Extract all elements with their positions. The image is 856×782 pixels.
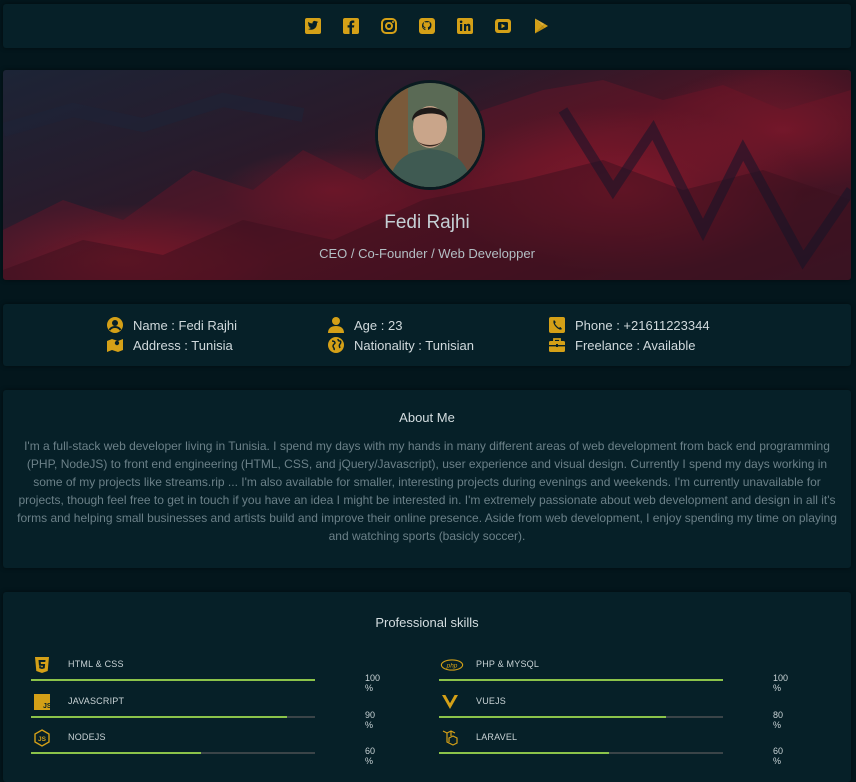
info-phone-label: Phone : +21611223344 (575, 317, 710, 333)
phone-icon (549, 317, 565, 333)
svg-text:JS: JS (38, 736, 47, 743)
skills-section: Professional skills HTML & CSS 100 % php… (3, 592, 851, 782)
nodejs-icon: JS (31, 728, 53, 748)
about-text: I'm a full-stack web developer living in… (17, 439, 837, 543)
skill-html-css: HTML & CSS 100 % (31, 655, 380, 693)
info-phone: Phone : +21611223344 (548, 316, 710, 334)
info-address: Address : Tunisia (106, 336, 233, 354)
info-name: Name : Fedi Rajhi (106, 316, 237, 334)
laravel-icon (439, 728, 461, 748)
skill-name: VUEJS (476, 696, 507, 706)
user-icon (328, 317, 344, 333)
info-address-label: Address : Tunisia (133, 337, 233, 353)
skill-bar (439, 679, 723, 681)
info-name-label: Name : Fedi Rajhi (133, 317, 238, 333)
skill-name: HTML & CSS (68, 659, 124, 669)
skills-title: Professional skills (375, 615, 479, 630)
skill-bar (439, 716, 723, 718)
linkedin-icon[interactable] (454, 15, 476, 37)
briefcase-icon (549, 338, 565, 352)
skill-bar (31, 752, 315, 754)
personal-info: Name : Fedi Rajhi Address : Tunisia Age … (3, 304, 851, 366)
skill-percent: 90 % (365, 710, 376, 730)
php-icon: php (439, 655, 465, 675)
skill-name: PHP & MYSQL (476, 659, 540, 669)
instagram-icon[interactable] (378, 15, 400, 37)
info-age-label: Age : 23 (354, 317, 403, 333)
svg-text:php: php (446, 662, 458, 669)
skill-bar (31, 716, 315, 718)
facebook-icon[interactable] (340, 15, 362, 37)
map-icon (107, 339, 123, 352)
skill-name: LARAVEL (476, 732, 518, 742)
avatar (375, 80, 485, 190)
about-section: About Me I'm a full-stack web developer … (3, 390, 851, 568)
profile-header: Fedi Rajhi CEO / Co-Founder / Web Develo… (3, 70, 851, 280)
vuejs-icon (439, 692, 461, 712)
skill-nodejs: JS NODEJS 60 % (31, 728, 376, 766)
github-icon[interactable] (416, 15, 438, 37)
skill-laravel: LARAVEL 60 % (439, 728, 784, 766)
skill-percent: 60 % (365, 746, 376, 766)
info-nationality-label: Nationality : Tunisian (354, 337, 474, 353)
youtube-icon[interactable] (492, 15, 514, 37)
info-nationality: Nationality : Tunisian (327, 336, 474, 354)
info-age: Age : 23 (327, 316, 402, 334)
skill-javascript: JS JAVASCRIPT 90 % (31, 692, 376, 730)
skill-percent: 100 % (365, 673, 381, 693)
profile-name: Fedi Rajhi (384, 212, 470, 233)
skill-bar (439, 752, 723, 754)
skill-php-mysql: php PHP & MYSQL 100 % (439, 655, 788, 693)
svg-text:JS: JS (43, 703, 51, 710)
about-title: About Me (399, 410, 455, 425)
info-freelance: Freelance : Available (548, 336, 695, 354)
skill-bar (31, 679, 315, 681)
globe-icon (328, 337, 344, 353)
google-play-icon[interactable] (530, 15, 552, 37)
skill-vuejs: VUEJS 80 % (439, 692, 784, 730)
info-freelance-label: Freelance : Available (575, 337, 696, 353)
twitter-icon[interactable] (302, 15, 324, 37)
social-bar (3, 4, 851, 48)
javascript-icon: JS (31, 692, 53, 712)
skill-name: JAVASCRIPT (68, 696, 125, 706)
profile-role: CEO / Co-Founder / Web Developper (319, 246, 535, 261)
user-circle-icon (107, 317, 123, 333)
skill-percent: 80 % (773, 710, 784, 730)
skill-name: NODEJS (68, 732, 106, 742)
skill-percent: 60 % (773, 746, 784, 766)
skill-percent: 100 % (773, 673, 789, 693)
html5-icon (31, 655, 53, 675)
